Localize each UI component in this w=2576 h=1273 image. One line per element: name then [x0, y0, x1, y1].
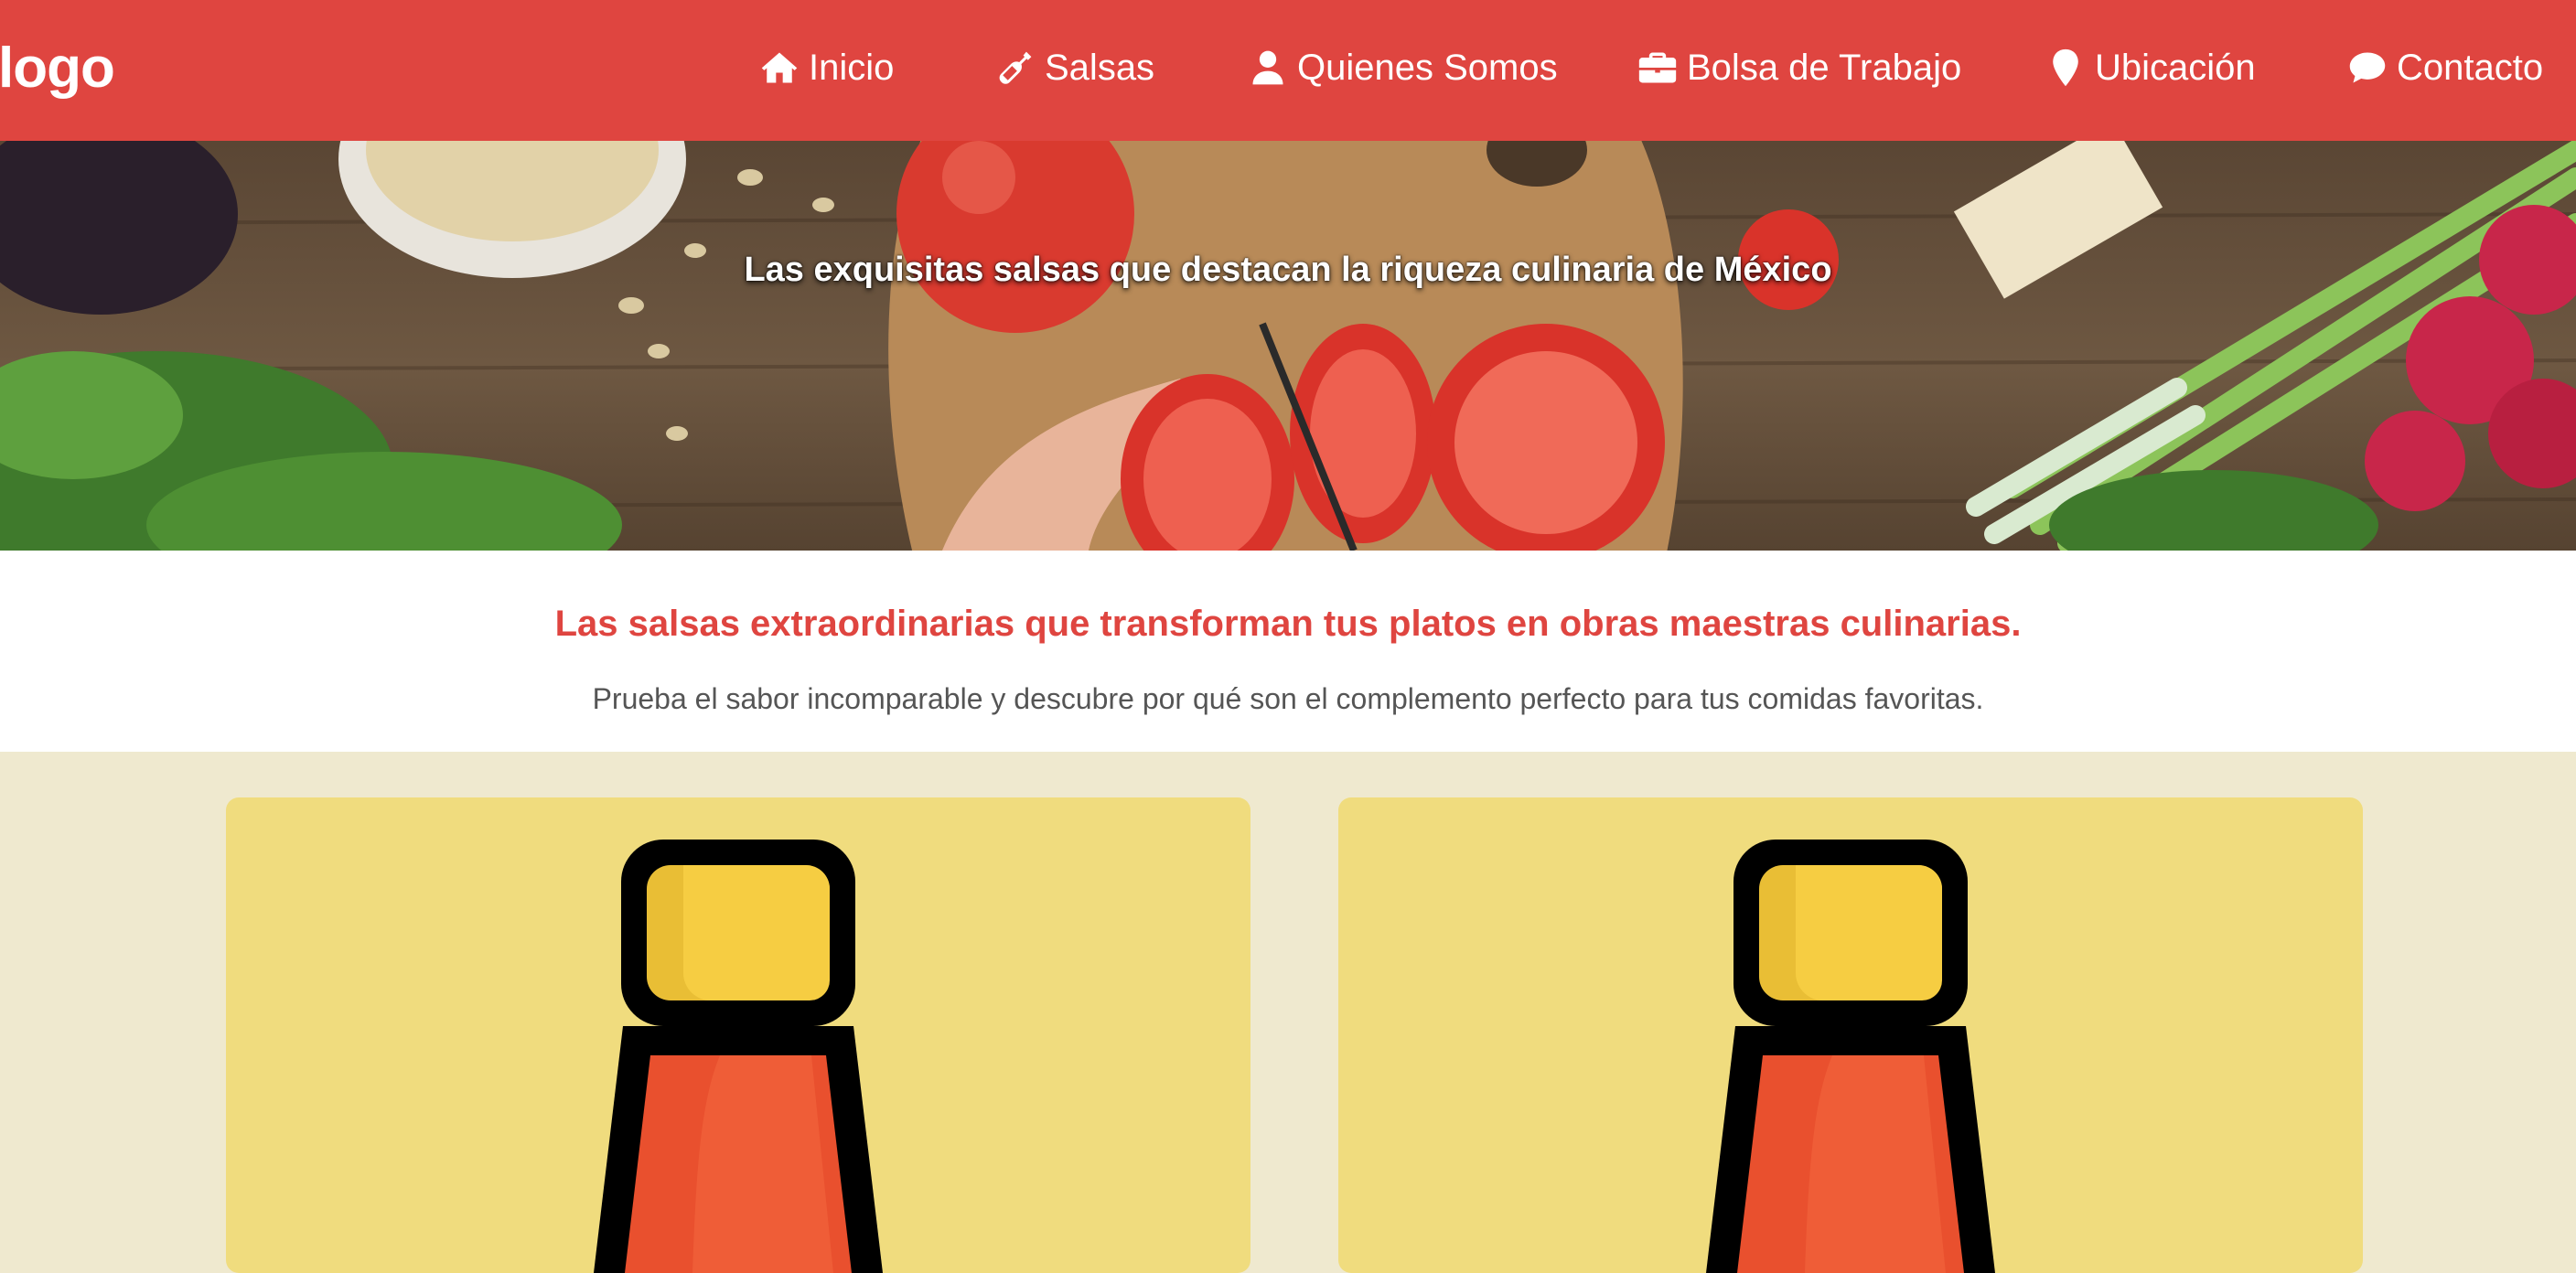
nav-label-inicio: Inicio	[809, 48, 895, 88]
nav-item-quienes-somos[interactable]: Quienes Somos	[1248, 42, 1558, 93]
nav-label-contacto: Contacto	[2397, 48, 2544, 88]
nav-label-bolsa-de-trabajo: Bolsa de Trabajo	[1687, 48, 1962, 88]
intro-subheading: Prueba el sabor incomparable y descubre …	[592, 682, 1984, 715]
sauce-bottle-icon	[1706, 840, 1995, 1273]
user-icon	[1252, 50, 1283, 85]
chat-icon	[2349, 52, 2386, 83]
briefcase-icon	[1638, 52, 1677, 83]
product-card[interactable]	[226, 797, 1250, 1273]
nav-item-salsas[interactable]: Salsas	[995, 42, 1154, 93]
top-navbar: logo Inicio Salsas Quienes Somos Bolsa d…	[0, 0, 2576, 141]
site-logo[interactable]: logo	[0, 37, 115, 101]
intro-heading: Las salsas extraordinarias que transform…	[554, 604, 2022, 644]
intro-section: Las salsas extraordinarias que transform…	[0, 551, 2576, 752]
nav-item-ubicacion[interactable]: Ubicación	[2045, 42, 2256, 93]
nav-item-inicio[interactable]: Inicio	[759, 42, 894, 93]
home-icon	[761, 52, 798, 83]
products-section	[0, 752, 2576, 1273]
hero-title: Las exquisitas salsas que destacan la ri…	[744, 251, 1832, 289]
nav-item-contacto[interactable]: Contacto	[2347, 42, 2543, 93]
sauce-bottle-icon	[594, 840, 883, 1273]
product-card[interactable]	[1338, 797, 2363, 1273]
hero-banner: Las exquisitas salsas que destacan la ri…	[0, 141, 2576, 551]
nav-label-quienes-somos: Quienes Somos	[1297, 48, 1558, 88]
hero-background-image	[0, 141, 2576, 551]
bottle-icon	[999, 51, 1032, 84]
nav-label-ubicacion: Ubicación	[2095, 48, 2256, 88]
nav-item-bolsa-de-trabajo[interactable]: Bolsa de Trabajo	[1637, 42, 1961, 93]
nav-label-salsas: Salsas	[1045, 48, 1155, 88]
map-pin-icon	[2053, 48, 2078, 87]
